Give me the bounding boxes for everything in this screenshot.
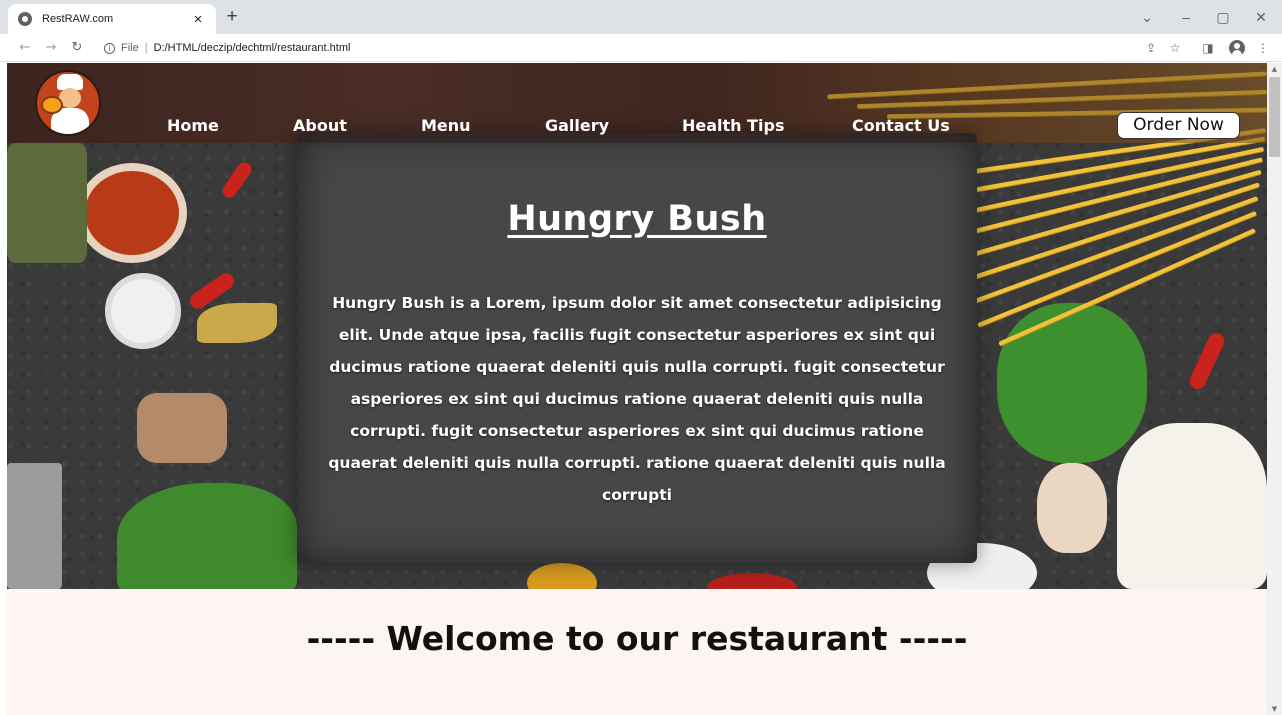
scroll-down-arrow-icon[interactable]: ▼ [1267, 703, 1282, 715]
tab-search-icon[interactable]: ⌄ [1136, 6, 1158, 28]
forward-arrow-icon[interactable]: → [40, 37, 62, 59]
new-tab-button[interactable]: + [222, 6, 242, 28]
address-scheme: File [121, 42, 139, 54]
site-navbar: Home About Menu Gallery Health Tips Cont… [7, 63, 1267, 143]
sauce-bowl-image [77, 163, 187, 263]
menu-kebab-icon[interactable]: ⋮ [1252, 37, 1274, 59]
measuring-spoons-image [105, 273, 181, 349]
browser-tabstrip: RestRAW.com × + ⌄ – ▢ ✕ [0, 0, 1282, 34]
hero-description: Hungry Bush is a Lorem, ipsum dolor sit … [328, 294, 946, 504]
nav-link-home[interactable]: Home [167, 115, 219, 137]
hero-section: Home About Menu Gallery Health Tips Cont… [7, 63, 1267, 589]
side-panel-icon[interactable]: ◨ [1197, 37, 1219, 59]
herb-bunch-image [997, 303, 1147, 463]
globe-icon [18, 12, 32, 26]
nav-link-contact-us[interactable]: Contact Us [852, 115, 950, 137]
herb-jar-image [7, 143, 87, 263]
window-close-button[interactable]: ✕ [1250, 6, 1272, 28]
scroll-thumb[interactable] [1269, 77, 1280, 157]
info-icon[interactable]: i [104, 42, 115, 54]
bookmark-star-icon[interactable]: ☆ [1164, 37, 1186, 59]
order-now-button[interactable]: Order Now [1117, 112, 1240, 139]
bay-leaf-image [197, 303, 277, 343]
milk-jug-image [1117, 423, 1267, 589]
maximize-button[interactable]: ▢ [1212, 6, 1234, 28]
browser-tab[interactable]: RestRAW.com × [8, 4, 216, 34]
grater-image [7, 463, 62, 589]
yellow-bowl-image [527, 563, 597, 589]
minimize-button[interactable]: – [1175, 6, 1197, 28]
share-icon[interactable]: ⇪ [1140, 37, 1162, 59]
nav-link-about[interactable]: About [293, 115, 347, 137]
address-bar[interactable]: i File | D:/HTML/deczip/dechtml/restaura… [98, 37, 1128, 59]
basil-image [117, 483, 297, 589]
reload-icon[interactable]: ↻ [66, 37, 88, 59]
chili-pepper-image [219, 159, 255, 201]
tab-title: RestRAW.com [42, 13, 114, 25]
chili-pepper-image-3 [1187, 330, 1227, 392]
chef-logo-icon[interactable] [35, 70, 101, 136]
nav-link-menu[interactable]: Menu [421, 115, 471, 137]
spice-jar-image [137, 393, 227, 463]
garlic-image [1037, 463, 1107, 553]
browser-toolbar: ← → ↻ i File | D:/HTML/deczip/dechtml/re… [0, 34, 1282, 62]
hero-title: Hungry Bush [507, 199, 767, 239]
welcome-title: ----- Welcome to our restaurant ----- [306, 619, 968, 658]
nav-link-health-tips[interactable]: Health Tips [682, 115, 785, 137]
page-viewport: Home About Menu Gallery Health Tips Cont… [7, 63, 1267, 715]
nav-link-gallery[interactable]: Gallery [545, 115, 609, 137]
address-url[interactable]: D:/HTML/deczip/dechtml/restaurant.html [154, 42, 351, 54]
scroll-up-arrow-icon[interactable]: ▲ [1267, 63, 1282, 75]
close-tab-icon[interactable]: × [190, 11, 206, 28]
profile-avatar-icon[interactable] [1229, 40, 1245, 56]
red-bowl-image [707, 573, 797, 589]
page-scrollbar[interactable]: ▲ ▼ [1267, 63, 1282, 715]
welcome-section: ----- Welcome to our restaurant ----- [7, 589, 1267, 715]
address-separator: | [144, 42, 148, 54]
back-arrow-icon[interactable]: ← [14, 37, 36, 59]
